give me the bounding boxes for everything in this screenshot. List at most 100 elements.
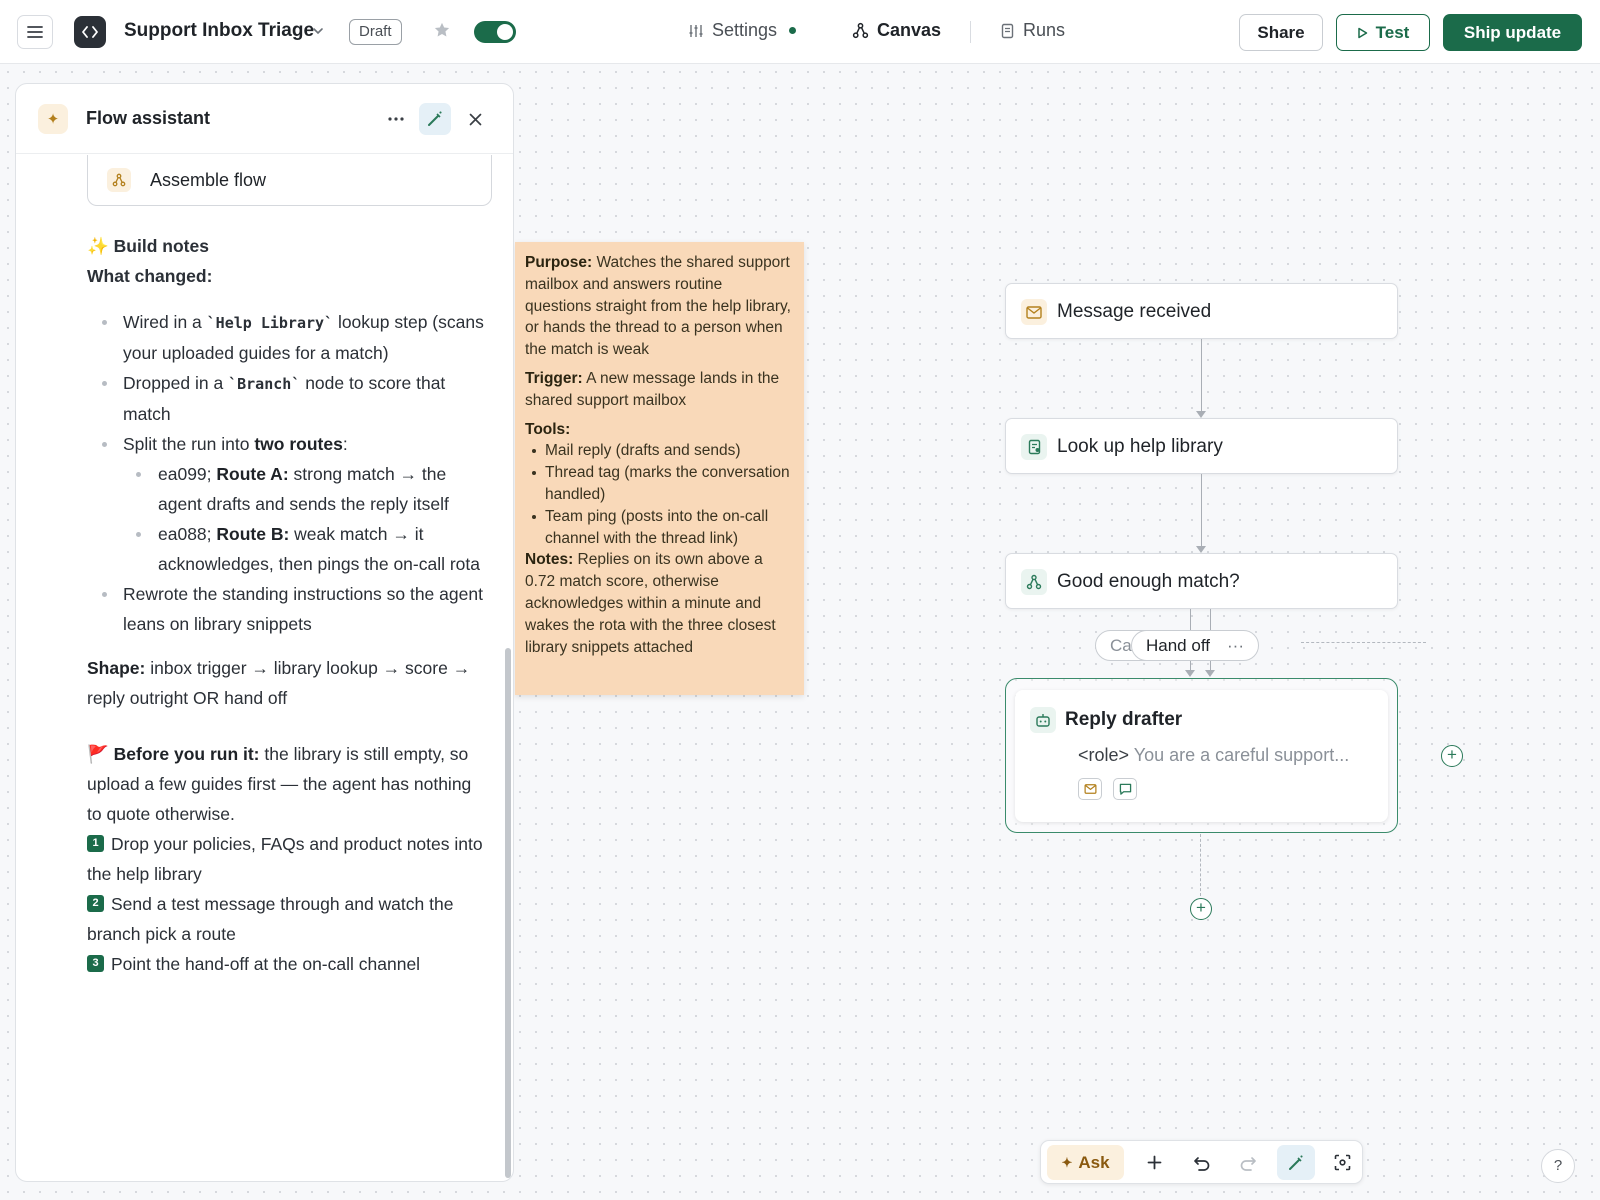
edge-arrow <box>1196 411 1206 418</box>
assistant-messages[interactable]: Assemble flow ✨ Build notes What changed… <box>16 155 513 1181</box>
edge-arrow <box>1196 546 1206 553</box>
tab-canvas[interactable]: Canvas <box>852 20 941 41</box>
scrollbar[interactable] <box>505 648 511 1178</box>
node-look-up-help-library[interactable]: Look up help library <box>1005 418 1398 474</box>
mail-tool-chip[interactable] <box>1078 778 1102 800</box>
undo-icon <box>1193 1156 1209 1171</box>
top-bar: Support Inbox Triage Draft Settings Canv… <box>0 0 1600 64</box>
app-logo-icon <box>74 16 106 48</box>
hamburger-icon <box>27 26 43 38</box>
sparkle-icon: ✦ <box>1061 1154 1073 1170</box>
add-node-button[interactable] <box>1136 1145 1172 1180</box>
add-node-right-button[interactable]: + <box>1441 745 1463 767</box>
flow-title[interactable]: Support Inbox Triage <box>124 20 314 42</box>
tab-canvas-label: Canvas <box>877 20 942 40</box>
more-icon[interactable]: ··· <box>1227 631 1244 660</box>
sticky-tools: Tools: Mail reply (drafts and sends) Thr… <box>525 419 792 550</box>
robot-icon <box>1030 707 1056 733</box>
sticky-tool-item: Mail reply (drafts and sends) <box>525 440 792 462</box>
menu-button[interactable] <box>17 15 53 49</box>
sparkles-emoji: ✨ <box>87 236 109 256</box>
redo-button[interactable] <box>1230 1145 1266 1180</box>
chat-tool-chip[interactable] <box>1113 778 1137 800</box>
assemble-flow-card[interactable]: Assemble flow <box>87 155 492 206</box>
assemble-flow-label: Assemble flow <box>150 170 267 190</box>
tab-settings-label: Settings <box>712 20 778 40</box>
plus-icon <box>1147 1155 1161 1170</box>
changes-list: Wired in a `Help Library` lookup step (s… <box>87 307 487 639</box>
shape-paragraph: Shape: inbox trigger → library lookup → … <box>87 658 471 708</box>
node-label: Look up help library <box>1057 436 1223 457</box>
edge-arrow <box>1185 670 1195 677</box>
list-item: Wired in a `Help Library` lookup step (s… <box>87 307 487 368</box>
list-item: ea088; Route B: weak match → it acknowle… <box>87 519 487 579</box>
dashed-edge <box>1200 834 1201 896</box>
ship-update-button[interactable]: Ship update <box>1443 14 1582 51</box>
close-icon <box>469 113 481 125</box>
branch-label-hand-off[interactable]: Hand off ··· <box>1131 630 1259 661</box>
edge-arrow <box>1205 670 1215 677</box>
mail-icon <box>1021 299 1047 325</box>
play-icon <box>1357 27 1367 38</box>
test-button[interactable]: Test <box>1336 14 1430 51</box>
mail-icon <box>1084 784 1096 794</box>
add-node-below-button[interactable]: + <box>1190 898 1212 920</box>
flow-icon <box>107 168 131 192</box>
document-icon <box>1001 23 1014 38</box>
share-button[interactable]: Share <box>1239 14 1323 51</box>
node-reply-drafter[interactable]: Reply drafter <role> You are a careful s… <box>1015 690 1388 822</box>
edge-line <box>1201 339 1202 414</box>
tab-runs[interactable]: Runs <box>1000 20 1065 41</box>
redo-icon <box>1240 1156 1256 1171</box>
node-good-enough-match[interactable]: Good enough match? <box>1005 553 1398 609</box>
undo-button[interactable] <box>1183 1145 1219 1180</box>
edge-line <box>1201 474 1202 549</box>
assistant-header: ✦ Flow assistant <box>16 84 513 154</box>
tab-runs-label: Runs <box>1023 20 1066 40</box>
agent-role-preview: <role> You are a careful support... <box>1078 745 1350 765</box>
ask-button-label: Ask <box>1078 1152 1110 1172</box>
ask-button[interactable]: ✦ Ask <box>1047 1145 1124 1180</box>
step-item: 3 Point the hand-off at the on-call chann… <box>87 949 487 979</box>
ellipsis-icon <box>388 117 404 121</box>
sticky-trigger: Trigger: A new message lands in the shar… <box>525 369 780 409</box>
magic-wand-icon <box>428 111 442 126</box>
list-item: ea099; Route A: strong match → the agent… <box>87 459 487 519</box>
flow-icon <box>852 22 869 39</box>
magic-edit-mode-button[interactable] <box>1277 1145 1315 1180</box>
list-item: Split the run into two routes: <box>87 429 487 459</box>
what-changed-heading: What changed: <box>87 266 213 286</box>
more-options-button[interactable] <box>380 103 412 135</box>
step-item: 1 Drop your policies, FAQs and product no… <box>87 834 483 884</box>
nav-divider <box>970 21 971 43</box>
star-icon[interactable] <box>433 21 451 44</box>
active-toggle[interactable] <box>474 21 516 43</box>
step-item: 2 Send a test message through and watch t… <box>87 894 454 944</box>
sparkle-icon: ✦ <box>38 104 68 134</box>
sticky-note[interactable]: Purpose: Watches the shared support mail… <box>515 242 804 695</box>
sticky-tool-item: Team ping (posts into the on-call channe… <box>525 506 792 550</box>
node-label: Good enough match? <box>1057 571 1240 592</box>
close-panel-button[interactable] <box>459 103 491 135</box>
node-message-received[interactable]: Message received <box>1005 283 1398 339</box>
canvas-toolbar: ✦ Ask <box>1040 1140 1363 1184</box>
unsaved-dot <box>789 27 797 34</box>
test-button-label: Test <box>1375 22 1410 42</box>
dashed-edge <box>1301 642 1426 643</box>
chevron-down-icon[interactable] <box>312 24 324 42</box>
status-badge: Draft <box>349 19 402 45</box>
help-button[interactable]: ? <box>1541 1149 1575 1183</box>
before-you-run-paragraph: 🚩 Before you run it: the library is stil… <box>87 744 472 824</box>
magic-edit-button[interactable] <box>419 103 451 135</box>
assistant-title: Flow assistant <box>86 108 211 128</box>
library-icon <box>1021 434 1047 460</box>
fit-view-icon <box>1334 1154 1350 1171</box>
flag-emoji: 🚩 <box>87 744 109 764</box>
assistant-panel: ✦ Flow assistant Assemble flow ✨ Build n… <box>15 83 514 1182</box>
chat-icon <box>1119 783 1131 795</box>
sticky-tool-item: Thread tag (marks the conversation handl… <box>525 462 792 506</box>
node-label: Message received <box>1057 301 1212 322</box>
fit-view-button[interactable] <box>1324 1145 1360 1180</box>
branch-icon <box>1021 569 1047 595</box>
tab-settings[interactable]: Settings <box>688 20 797 41</box>
